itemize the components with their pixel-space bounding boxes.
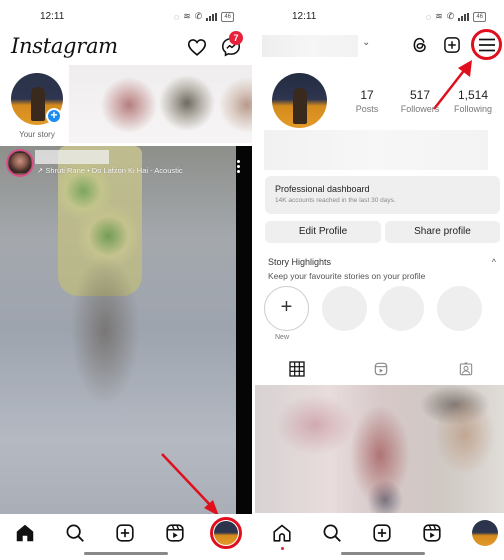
tab-tagged[interactable] — [458, 361, 476, 379]
new-highlight-button[interactable]: + — [264, 286, 309, 331]
followers-label: Followers — [400, 104, 440, 114]
create-icon[interactable] — [442, 35, 464, 57]
home-icon — [273, 524, 291, 542]
followers-count: 517 — [409, 88, 431, 102]
instagram-logo[interactable]: Instagram — [11, 34, 118, 58]
dashboard-subtitle: 14K accounts reached in the last 30 days… — [275, 197, 396, 204]
status-time: 12:11 — [40, 11, 65, 22]
search-icon — [66, 524, 84, 542]
posts-label: Posts — [355, 104, 379, 114]
signal-icon — [206, 12, 218, 21]
nav-create[interactable] — [371, 522, 395, 546]
call-icon: ✆ — [194, 11, 203, 21]
annotation-circle-profile — [210, 517, 242, 549]
collapse-caret-icon[interactable]: ^ — [492, 257, 496, 267]
create-icon — [116, 524, 134, 542]
nav-create[interactable] — [114, 522, 138, 546]
grid-icon — [289, 361, 305, 377]
nav-profile-avatar[interactable] — [472, 520, 498, 546]
gesture-bar — [84, 552, 168, 555]
tagged-icon — [459, 362, 473, 376]
nav-home[interactable] — [271, 522, 295, 550]
bio-blurred — [264, 130, 488, 170]
status-icons: ◌ ≋ ✆ 46 — [426, 11, 486, 22]
vibrate-icon: ◌ — [173, 11, 180, 22]
reel-audio-label[interactable]: ↗ Shruti Rane • Do Lafzon Ki Hai - Acous… — [37, 166, 183, 175]
threads-icon[interactable] — [410, 35, 432, 57]
nav-search[interactable] — [321, 522, 345, 546]
tab-grid[interactable] — [289, 361, 307, 379]
story-highlights-subtitle: Keep your favourite stories on your prof… — [268, 271, 426, 281]
home-icon — [16, 524, 34, 542]
share-profile-button[interactable]: Share profile — [385, 221, 500, 243]
nav-home[interactable] — [14, 522, 38, 546]
new-highlight-label: New — [275, 334, 290, 341]
story-highlights-title: Story Highlights — [268, 257, 332, 267]
status-icons: ◌ ≋ ✆ 46 — [174, 11, 234, 22]
create-icon — [373, 524, 391, 542]
feed-screen: 12:11 ◌ ≋ ✆ 46 Instagram 7 + Your story … — [0, 0, 252, 560]
call-icon: ✆ — [446, 11, 455, 21]
wifi-icon: ≋ — [183, 11, 191, 21]
following-label: Following — [453, 104, 493, 114]
status-bar: 12:11 ◌ ≋ ✆ 46 — [0, 0, 252, 34]
more-options-icon[interactable] — [237, 160, 240, 175]
heart-icon[interactable] — [186, 36, 208, 58]
add-story-icon[interactable]: + — [46, 108, 62, 124]
your-story-label: Your story — [19, 130, 55, 139]
signal-icon — [458, 12, 470, 21]
battery-icon: 46 — [473, 11, 486, 22]
tab-reels[interactable] — [373, 361, 391, 379]
posts-count: 17 — [360, 88, 374, 102]
reels-icon — [374, 362, 388, 376]
posts-grid-blurred[interactable] — [255, 385, 504, 513]
username-blurred[interactable] — [262, 35, 358, 57]
nav-search[interactable] — [64, 522, 88, 546]
highlight-placeholder — [379, 286, 424, 331]
vibrate-icon: ◌ — [425, 11, 432, 22]
status-bar: 12:11 ◌ ≋ ✆ 46 — [252, 0, 504, 34]
search-icon — [323, 524, 341, 542]
profile-screen: 12:11 ◌ ≋ ✆ 46 ⌄ 17 Posts 517 Followers … — [252, 0, 504, 560]
professional-dashboard[interactable]: Professional dashboard 14K accounts reac… — [265, 176, 500, 214]
wifi-icon: ≋ — [435, 11, 443, 21]
followers-stat[interactable]: 517 Followers — [400, 88, 440, 114]
highlight-placeholder — [437, 286, 482, 331]
profile-avatar[interactable] — [272, 73, 327, 128]
reel-author-avatar[interactable] — [8, 151, 32, 175]
highlight-placeholder — [322, 286, 367, 331]
status-time: 12:11 — [292, 11, 317, 22]
gesture-bar — [341, 552, 425, 555]
reels-icon — [166, 524, 184, 542]
nav-reels[interactable] — [164, 522, 188, 546]
battery-icon: 46 — [221, 11, 234, 22]
account-switch-chevron-icon[interactable]: ⌄ — [362, 37, 370, 48]
messages-badge: 7 — [229, 31, 243, 45]
reels-icon — [423, 524, 441, 542]
posts-stat[interactable]: 17 Posts — [352, 88, 382, 114]
annotation-arrow — [161, 453, 219, 516]
following-stat[interactable]: 1,514 Following — [450, 88, 496, 114]
edit-profile-button[interactable]: Edit Profile — [265, 221, 381, 243]
nav-reels[interactable] — [421, 522, 445, 546]
notification-dot — [281, 547, 284, 550]
stories-tray-blurred[interactable] — [69, 65, 252, 143]
following-count: 1,514 — [457, 88, 489, 102]
reel-author-name-blurred[interactable] — [35, 150, 109, 164]
dashboard-title: Professional dashboard — [275, 184, 370, 194]
